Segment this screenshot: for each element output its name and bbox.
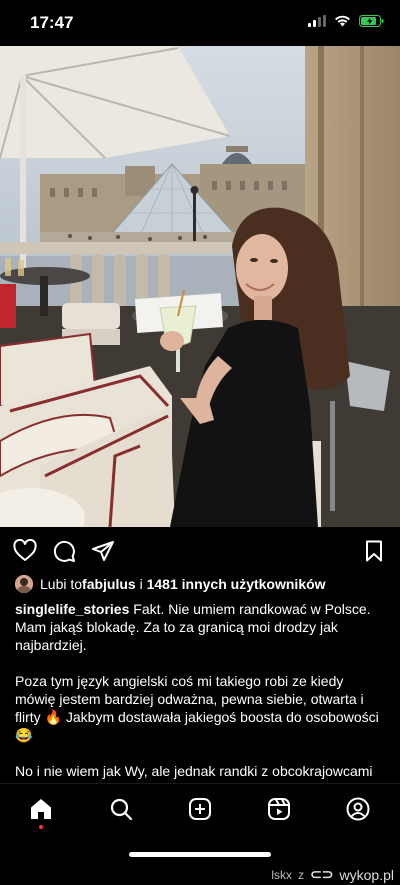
wykop-logo-icon: ⊂⊃ [310,866,334,882]
likes-connector: i [135,576,147,592]
home-indicator [129,852,271,857]
post-photo-illustration [0,46,400,527]
post-photo[interactable] [0,46,400,527]
home-icon[interactable] [29,797,53,821]
liker-username[interactable]: fabjulus [82,576,136,592]
search-icon[interactable] [109,797,133,821]
author-username[interactable]: singlelife_stories [15,601,129,617]
likes-prefix: Lubi to [40,576,83,592]
reels-icon[interactable] [267,797,291,821]
cellular-signal-icon [308,15,326,27]
notification-dot [39,825,43,829]
watermark-user: lskx [271,867,293,882]
status-time: 17:47 [30,13,74,32]
liker-avatar[interactable] [15,575,33,593]
bottom-tab-bar [0,783,400,840]
create-icon[interactable] [188,797,212,821]
caption-paragraph: Poza tym język angielski coś mi takiego … [15,673,379,743]
watermark-separator: z [298,867,305,882]
likes-summary[interactable]: Lubi to fabjulus i 1481 innych użytkowni… [15,574,326,594]
comment-icon[interactable] [52,539,76,563]
likes-others-count[interactable]: 1481 innych użytkowników [147,576,326,592]
wifi-icon [335,15,350,27]
caption-paragraph: singlelife_stories Fakt. Nie umiem randk… [15,600,387,654]
share-icon[interactable] [91,539,115,563]
heart-icon[interactable] [13,539,37,563]
post-caption: singlelife_stories Fakt. Nie umiem randk… [15,600,387,798]
status-bar: 17:47 [0,0,400,46]
bookmark-icon[interactable] [362,539,386,563]
watermark-site: wykop.pl [339,866,394,883]
watermark: lskx z ⊂⊃ wykop.pl [271,866,394,883]
profile-icon[interactable] [346,797,370,821]
battery-charging-icon [359,15,384,27]
status-icons [308,15,384,27]
post-actions [0,527,400,573]
